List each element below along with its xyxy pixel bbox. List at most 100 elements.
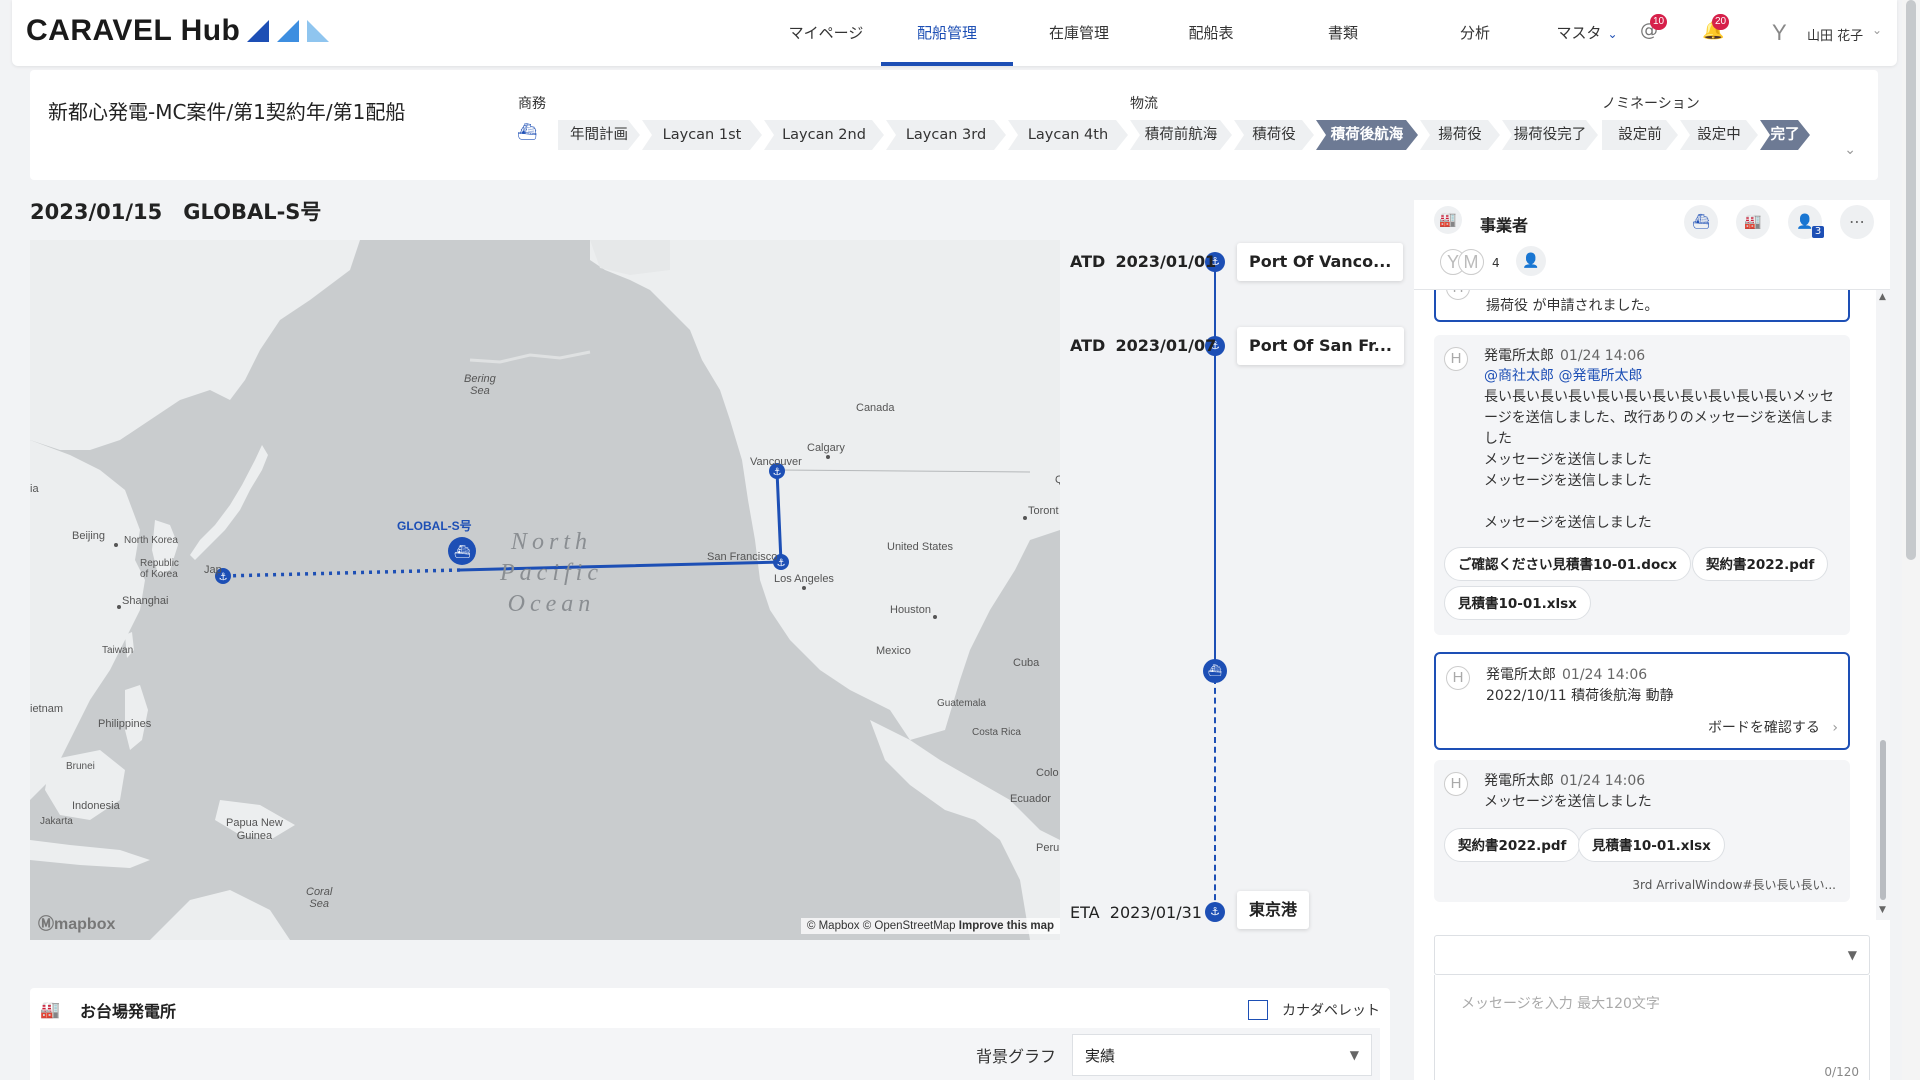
scroll-down-icon[interactable]: ▼: [1879, 905, 1886, 915]
people-count: 3: [1812, 226, 1824, 238]
step-unloading-complete[interactable]: 揚荷役完了: [1502, 120, 1598, 150]
notification-button[interactable]: 🔔 20: [1702, 14, 1730, 41]
more-options-icon[interactable]: ⋯: [1840, 205, 1874, 239]
mention[interactable]: @商社太郎: [1484, 368, 1554, 384]
event-date: 2023/01/31: [1109, 903, 1202, 922]
step-unloading[interactable]: 揚荷役: [1420, 120, 1500, 150]
message-author: 発電所太郎: [1484, 348, 1554, 364]
map-label-costa-rica: Costa Rica: [972, 727, 1021, 738]
attachment-chip[interactable]: 見積書10-01.xlsx: [1444, 586, 1591, 620]
event-date: 2023/01/07: [1115, 336, 1217, 355]
step-laycan-4th[interactable]: Laycan 4th: [1008, 120, 1128, 150]
map-label-papua: Papua New Guinea: [226, 817, 283, 842]
app-logo[interactable]: CARAVEL Hub: [26, 14, 240, 48]
plant-panel: 🏭 お台場発電所 カナダペレット 背景グラフ 実績 ▼: [30, 988, 1390, 1080]
map-label-san-francisco: San Francisco: [707, 551, 778, 563]
page-scroll-thumb[interactable]: [1906, 0, 1916, 560]
map-attribution: © Mapbox © OpenStreetMap Improve this ma…: [800, 918, 1060, 934]
nav-inventory[interactable]: 在庫管理: [1013, 0, 1145, 66]
step-nomination-before[interactable]: 設定前: [1602, 120, 1678, 150]
map-label-colombia: Colo: [1036, 767, 1059, 779]
mention-button[interactable]: @ 10: [1640, 14, 1668, 41]
chevron-down-icon[interactable]: ⌄: [1872, 23, 1882, 37]
map-label-canada: Canada: [856, 402, 895, 414]
message-avatar: H: [1444, 347, 1468, 371]
message-system[interactable]: H 揚荷役 が申請されました。: [1434, 290, 1850, 322]
member-count: 4: [1492, 256, 1500, 270]
step-laycan-1st[interactable]: Laycan 1st: [642, 120, 762, 150]
top-header: CARAVEL Hub マイページ 配船管理 在庫管理 配船表 書類 分析 マス…: [12, 0, 1897, 66]
nav-analysis[interactable]: 分析: [1409, 0, 1541, 66]
event-date: 2023/01/01: [1115, 252, 1217, 271]
map-label-cuba: Cuba: [1013, 657, 1040, 669]
port-card-san-francisco[interactable]: Port Of San Fr...: [1237, 327, 1404, 365]
canada-pellet-checkbox[interactable]: [1248, 1000, 1268, 1020]
user-name[interactable]: 山田 花子: [1807, 25, 1863, 44]
step-laycan-2nd[interactable]: Laycan 2nd: [764, 120, 884, 150]
attachment-chip[interactable]: ご確認ください見積書10-01.docx: [1444, 547, 1691, 581]
recipient-select[interactable]: ▼: [1434, 935, 1870, 975]
feed-scroll-thumb[interactable]: [1880, 740, 1886, 900]
scroll-up-icon[interactable]: ▲: [1879, 292, 1886, 302]
map-label-republic-korea: Republic of Korea: [140, 558, 179, 580]
improve-map-link[interactable]: Improve this map: [959, 920, 1054, 932]
map-label-taiwan: Taiwan: [102, 645, 134, 656]
user-avatar[interactable]: Y: [1772, 20, 1787, 46]
mapbox-logo-text: mapbox: [54, 916, 116, 933]
map-label-north-korea: North Korea: [124, 535, 178, 546]
message-footer[interactable]: 3rd ArrivalWindow#長い長い長い...: [1632, 876, 1836, 893]
event-kind: ATD: [1070, 252, 1106, 271]
member-avatar[interactable]: M: [1458, 249, 1484, 275]
message-input[interactable]: メッセージを入力 最大120文字 0/120: [1434, 975, 1870, 1080]
map-label-philippines: Philippines: [98, 718, 152, 730]
voyage-map[interactable]: ⚓ ⚓ ⚓ ⛴ Bering Sea Canada Calgary Vancou…: [30, 240, 1060, 940]
timeline-progress-line: [1214, 262, 1216, 670]
case-title: 新都心発電-MC案件/第1契約年/第1配船: [48, 100, 406, 124]
chat-panel: 🏭 事業者 ⛴ 🏭 👤 3 ⋯ Y M 4 👤 H 揚荷役 が申請されました。 …: [1414, 200, 1890, 1080]
message-feed[interactable]: H 揚荷役 が申請されました。 H 発電所太郎 01/24 14:06 @商社太郎…: [1414, 290, 1890, 920]
add-member-icon[interactable]: 👤: [1516, 246, 1546, 276]
message-meta: 発電所太郎 01/24 14:06: [1486, 664, 1647, 684]
nav-master-label: マスタ: [1556, 24, 1602, 42]
step-loading[interactable]: 積荷役: [1234, 120, 1314, 150]
nav-master[interactable]: マスタ ⌄: [1542, 0, 1632, 66]
canada-pellet-label[interactable]: カナダペレット: [1282, 1000, 1380, 1020]
group-label-nomination: ノミネーション: [1602, 96, 1700, 112]
svg-text:⚓: ⚓: [777, 558, 786, 569]
map-attribution-text[interactable]: © Mapbox © OpenStreetMap: [807, 920, 956, 932]
mention[interactable]: @発電所太郎: [1558, 368, 1642, 384]
ship-filter-button[interactable]: ⛴: [1684, 205, 1718, 239]
message-body: 長い長い長い長い長い長い長い長い長い長い長いメッセージを送信しました、改行ありの…: [1484, 389, 1834, 531]
port-card-vancouver[interactable]: Port Of Vanco...: [1237, 243, 1404, 281]
map-label-united-states: United States: [887, 541, 954, 553]
attachment-chip[interactable]: 見積書10-01.xlsx: [1578, 828, 1725, 862]
map-label-ecuador: Ecuador: [1010, 793, 1051, 805]
view-board-link[interactable]: ボードを確認する: [1708, 717, 1838, 737]
port-card-tokyo[interactable]: 東京港: [1237, 891, 1310, 929]
message-item: H 発電所太郎 01/24 14:06 @商社太郎 @発電所太郎 長い長い長い長い…: [1434, 335, 1850, 635]
factory-filter-button[interactable]: 🏭: [1736, 205, 1770, 239]
attachment-chip[interactable]: 契約書2022.pdf: [1444, 828, 1581, 862]
background-graph-value: 実績: [1085, 1047, 1116, 1065]
nav-ship-management[interactable]: 配船管理: [881, 0, 1013, 66]
map-label-brunei: Brunei: [66, 761, 95, 772]
voyage-title: 2023/01/15 GLOBAL-S号: [30, 200, 322, 224]
mapbox-logo[interactable]: Ⓜmapbox: [38, 910, 115, 934]
step-post-loading-voyage[interactable]: 積荷後航海: [1316, 120, 1418, 150]
step-nomination-complete[interactable]: 完了: [1760, 120, 1810, 150]
timeline-event-1: ATD 2023/01/01: [1070, 252, 1216, 271]
nav-mypage[interactable]: マイページ: [760, 0, 892, 66]
step-nomination-in-progress[interactable]: 設定中: [1680, 120, 1758, 150]
mention-badge: 10: [1650, 14, 1668, 30]
nav-schedule[interactable]: 配船表: [1145, 0, 1277, 66]
expand-chevron-icon[interactable]: ⌄: [1844, 142, 1856, 158]
step-annual-plan[interactable]: 年間計画: [558, 120, 640, 150]
attachment-chip[interactable]: 契約書2022.pdf: [1692, 547, 1829, 581]
map-label-indonesia: Indonesia: [72, 800, 120, 812]
map-label-mexico: Mexico: [876, 645, 911, 657]
message-board-notice[interactable]: H 発電所太郎 01/24 14:06 2022/10/11 積荷後航海 動静 ボ…: [1434, 652, 1850, 750]
step-laycan-3rd[interactable]: Laycan 3rd: [886, 120, 1006, 150]
step-pre-loading-voyage[interactable]: 積荷前航海: [1130, 120, 1232, 150]
nav-documents[interactable]: 書類: [1277, 0, 1409, 66]
background-graph-select[interactable]: 実績 ▼: [1072, 1034, 1372, 1076]
